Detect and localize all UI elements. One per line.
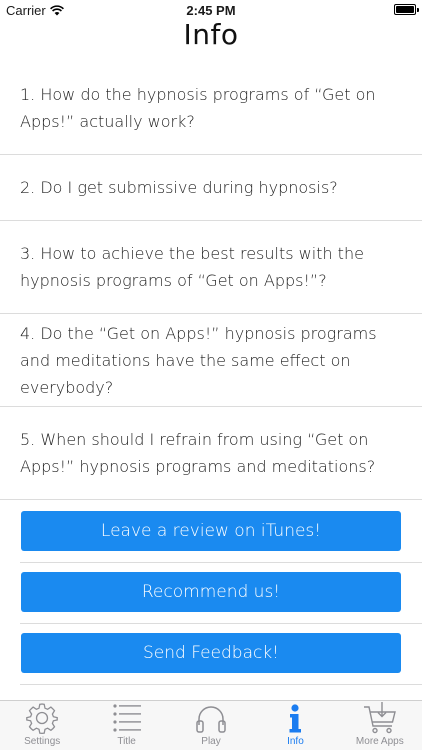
tab-info[interactable]: Info [253, 701, 337, 750]
leave-review-button[interactable]: Leave a review on iTunes! [21, 511, 401, 551]
tab-label: Settings [24, 736, 61, 747]
send-feedback-button[interactable]: Send Feedback! [21, 633, 401, 673]
status-bar: Carrier 2:45 PM [0, 0, 422, 20]
headphones-icon [196, 706, 226, 733]
status-right [394, 4, 419, 15]
tab-settings[interactable]: Settings [0, 701, 84, 750]
divider [20, 562, 422, 563]
tab-label: Title [117, 736, 136, 747]
info-icon [289, 704, 302, 733]
faq-item-4[interactable]: 4. Do the “Get on Apps!” hypnosis progra… [0, 314, 422, 407]
faq-question-2: 2. Do I get submissive during hypnosis? [20, 178, 338, 197]
screen: Carrier 2:45 PM Info 1. How do the hypno… [0, 0, 422, 750]
list-icon [113, 704, 141, 732]
status-time: 2:45 PM [186, 3, 236, 18]
tab-title[interactable]: Title [84, 701, 168, 750]
cart-icon [363, 702, 396, 734]
faq-question-1: 1. How do the hypnosis programs of “Get … [20, 85, 376, 131]
faq-question-3: 3. How to achieve the best results with … [20, 244, 364, 290]
faq-list: 1. How do the hypnosis programs of “Get … [0, 62, 422, 500]
faq-item-2[interactable]: 2. Do I get submissive during hypnosis? [0, 155, 422, 221]
tab-label: Play [201, 736, 221, 747]
tab-more-apps[interactable]: More Apps [338, 701, 422, 750]
faq-item-5[interactable]: 5. When should I refrain from using “Get… [0, 407, 422, 500]
page-title: Info [183, 18, 239, 51]
gear-icon [26, 703, 59, 735]
battery-icon [394, 4, 419, 15]
tab-bar: Settings Title Play Info More Apps [0, 700, 422, 750]
tab-label: Info [287, 736, 304, 747]
recommend-button[interactable]: Recommend us! [21, 572, 401, 612]
divider [20, 623, 422, 624]
faq-item-1[interactable]: 1. How do the hypnosis programs of “Get … [0, 62, 422, 155]
battery-fill [396, 6, 414, 13]
faq-question-5: 5. When should I refrain from using “Get… [20, 430, 376, 476]
faq-question-4: 4. Do the “Get on Apps!” hypnosis progra… [20, 323, 377, 397]
tab-label: More Apps [355, 736, 404, 747]
divider [20, 684, 422, 685]
tab-play[interactable]: Play [169, 701, 253, 750]
faq-item-3[interactable]: 3. How to achieve the best results with … [0, 221, 422, 314]
